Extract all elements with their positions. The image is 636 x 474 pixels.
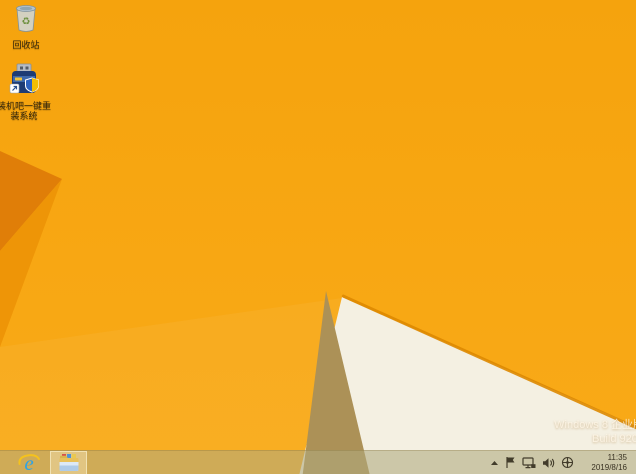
system-tray: 11:35 2019/8/16 xyxy=(490,451,636,474)
input-indicator-icon[interactable] xyxy=(561,456,574,469)
clock-date: 2019/8/16 xyxy=(591,462,627,472)
desktop-icon-label: 装机吧一键重装系统 xyxy=(0,101,51,121)
usb-drive-tool-icon xyxy=(7,63,41,100)
svg-text:♻: ♻ xyxy=(22,17,31,28)
taskbar-button-file-explorer[interactable] xyxy=(50,451,87,474)
taskbar-button-internet-explorer[interactable]: e xyxy=(11,451,47,474)
taskbar-apps: e xyxy=(0,451,87,474)
taskbar[interactable]: e 11:35 2019/8/16 xyxy=(0,450,636,474)
watermark-edition: Windows 8 企业版 xyxy=(554,419,636,431)
taskbar-clock[interactable]: 11:35 2019/8/16 xyxy=(580,453,630,472)
recycle-bin-icon: ♻ xyxy=(11,2,41,39)
build-watermark: Windows 8 企业版 Build 9200 xyxy=(554,418,636,446)
desktop-icon-label: 回收站 xyxy=(12,40,40,50)
network-icon[interactable] xyxy=(522,456,536,469)
action-center-flag-icon[interactable] xyxy=(505,456,516,469)
desktop-icon-recycle-bin[interactable]: ♻ 回收站 xyxy=(0,2,54,50)
volume-icon[interactable] xyxy=(542,457,555,469)
desktop-icon-usb-reinstall-tool[interactable]: 装机吧一键重装系统 xyxy=(0,63,52,121)
desktop[interactable]: ♻ 回收站 装机吧一键重装系统 Windows 8 企业版 Build 9200 xyxy=(0,0,636,474)
ie-logo-icon: e xyxy=(17,452,41,474)
folder-icon xyxy=(58,453,80,473)
clock-time: 11:35 xyxy=(607,453,627,462)
watermark-build: Build 9200 xyxy=(592,433,636,445)
chevron-up-icon[interactable] xyxy=(490,460,499,466)
